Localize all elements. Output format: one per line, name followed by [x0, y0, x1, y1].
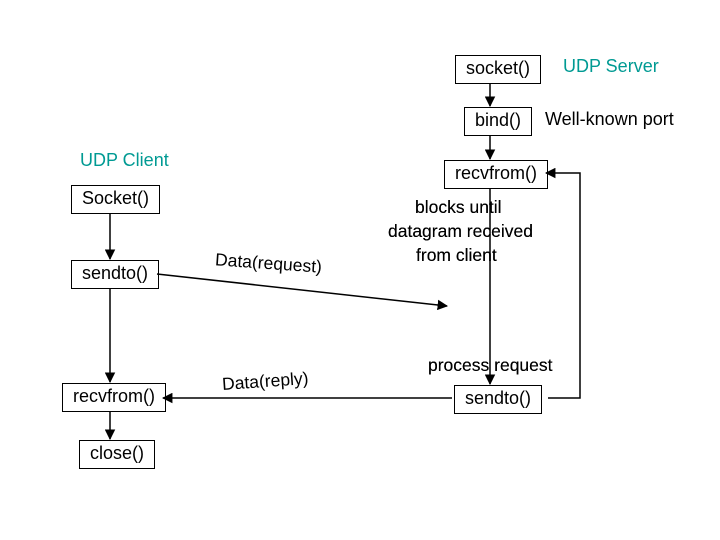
data-request-label: Data(request): [214, 249, 322, 277]
server-bind-box: bind(): [464, 107, 532, 136]
client-socket-box: Socket(): [71, 185, 160, 214]
client-close-box: close(): [79, 440, 155, 469]
server-socket-box: socket(): [455, 55, 541, 84]
client-recvfrom-box: recvfrom(): [62, 383, 166, 412]
udp-flow-diagram: socket() bind() recvfrom() sendto() Sock…: [0, 0, 720, 540]
server-recvfrom-box: recvfrom(): [444, 160, 548, 189]
client-title: UDP Client: [80, 150, 169, 171]
well-known-port-label: Well-known port: [545, 109, 674, 130]
client-sendto-box: sendto(): [71, 260, 159, 289]
data-reply-label: Data(reply): [221, 368, 309, 395]
process-request-label-front: process request: [428, 355, 553, 376]
blocks-until-line3-front: from client: [416, 245, 497, 266]
server-sendto-box: sendto(): [454, 385, 542, 414]
blocks-until-line1-front: blocks until: [415, 197, 502, 218]
server-title: UDP Server: [563, 56, 659, 77]
blocks-until-line2-front: datagram received: [388, 221, 533, 242]
arrow-data-request: [157, 274, 447, 306]
